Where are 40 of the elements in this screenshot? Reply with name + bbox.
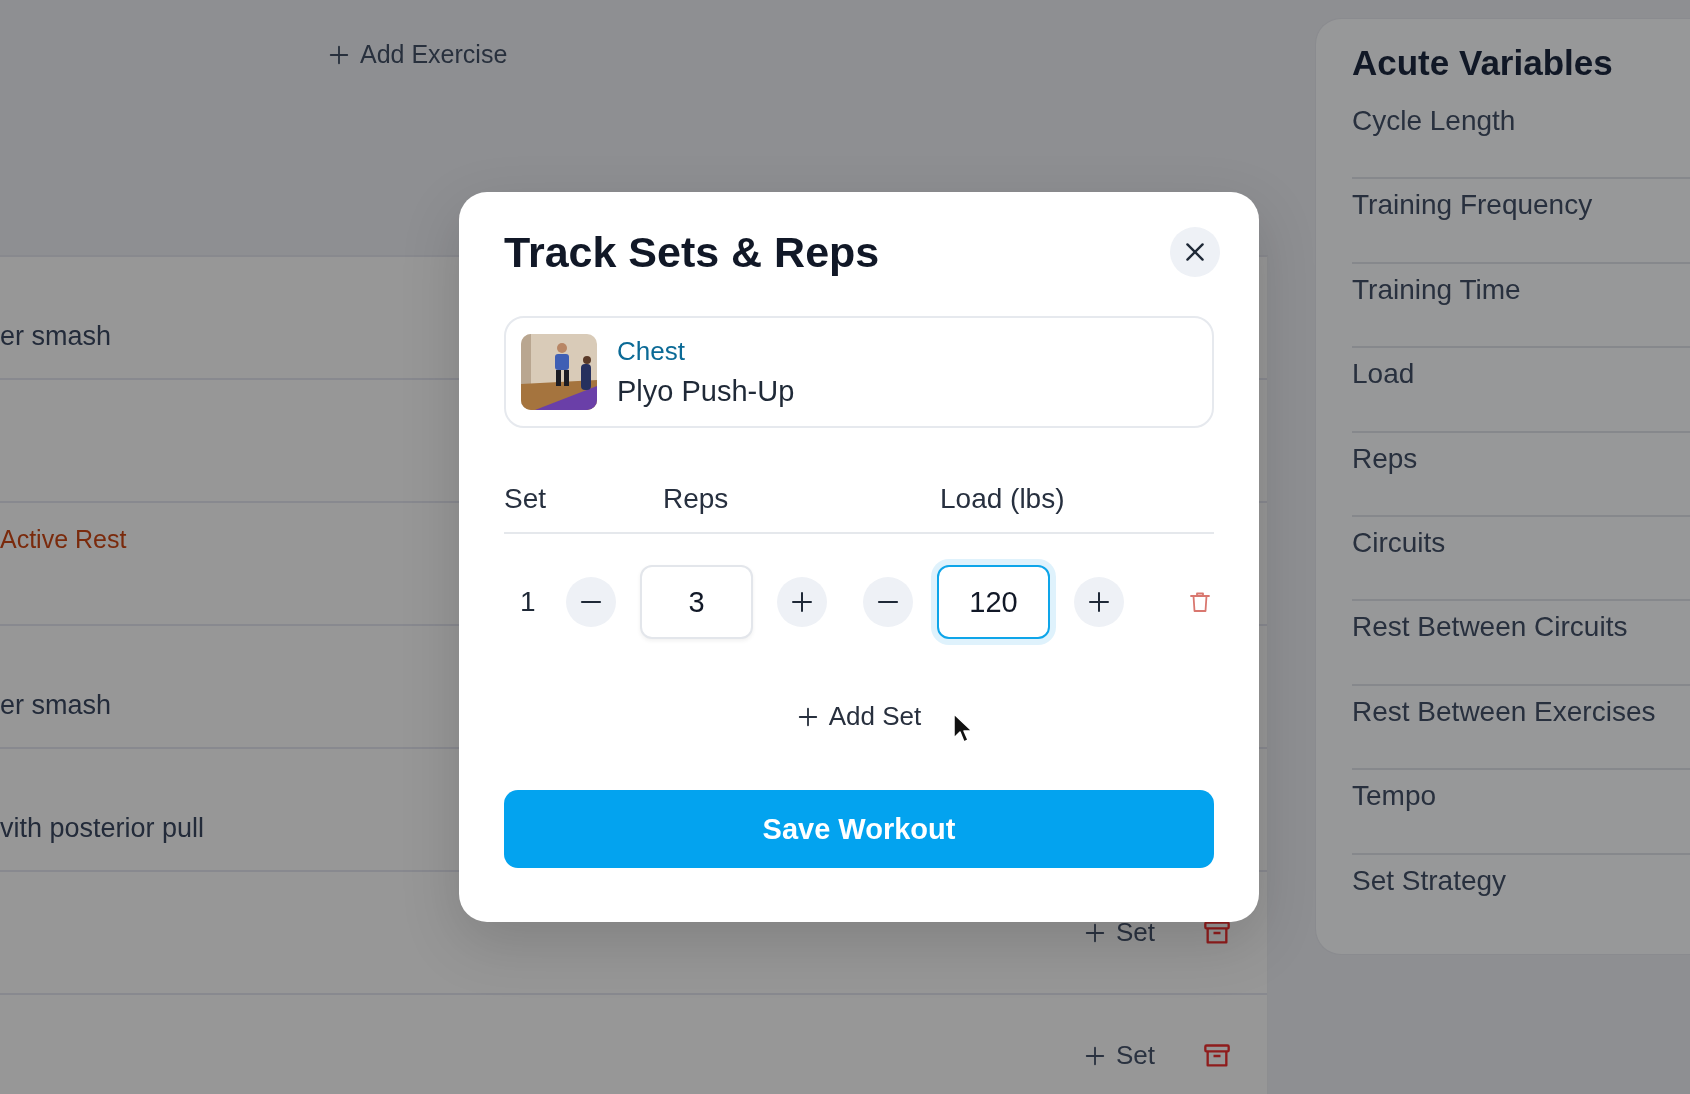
minus-icon [579, 600, 603, 604]
exercise-name: vith posterior pull [0, 813, 205, 844]
increment-button[interactable] [777, 577, 827, 627]
plus-icon [1083, 1044, 1106, 1067]
variable-item[interactable]: Tempo [1352, 770, 1690, 855]
column-header: Load (lbs) [940, 483, 1065, 515]
plus-icon [1083, 921, 1106, 944]
exercise-name: er smash [0, 690, 112, 721]
plus-icon [790, 590, 814, 614]
panel-title: Acute Variables [1352, 43, 1614, 83]
rest-label: Active Rest [0, 525, 127, 554]
exercise-name: Plyo Push-Up [617, 375, 795, 408]
exercise-category: Chest [617, 336, 686, 367]
load-field[interactable]: 120 [937, 565, 1050, 639]
save-workout-button[interactable]: Save Workout [504, 790, 1214, 868]
variable-item[interactable]: Set Strategy [1352, 854, 1690, 939]
plus-icon [1087, 590, 1111, 614]
plus-icon [796, 705, 819, 728]
variable-item[interactable]: Rest Between Exercises [1352, 685, 1690, 771]
set-number: 1 [519, 586, 537, 618]
dialog-title: Track Sets & Reps [504, 227, 880, 277]
minus-icon [876, 600, 900, 604]
add-set-button[interactable]: Add Set [796, 701, 922, 732]
variable-item[interactable]: Cycle Length [1352, 95, 1690, 180]
column-header: Set [504, 483, 548, 515]
variable-item[interactable]: Rest Between Circuits [1352, 601, 1690, 686]
variable-item[interactable]: Reps [1352, 432, 1690, 517]
variable-item[interactable]: Circuits [1352, 516, 1690, 602]
reps-field[interactable]: 3 [640, 565, 753, 639]
add-set-button[interactable]: Set [1083, 1040, 1155, 1071]
exercise-name: er smash [0, 321, 112, 352]
column-header: Reps [663, 483, 730, 515]
variable-item[interactable]: Training Time [1352, 263, 1690, 349]
variable-item[interactable]: Load [1352, 348, 1690, 433]
increment-button[interactable] [1074, 577, 1124, 627]
plus-icon [328, 43, 350, 66]
variable-item[interactable]: Training Frequency [1352, 179, 1690, 264]
close-button[interactable] [1170, 227, 1220, 277]
add-exercise-button[interactable]: Add Exercise [328, 40, 508, 69]
add-set-button[interactable]: Set [1083, 917, 1155, 948]
